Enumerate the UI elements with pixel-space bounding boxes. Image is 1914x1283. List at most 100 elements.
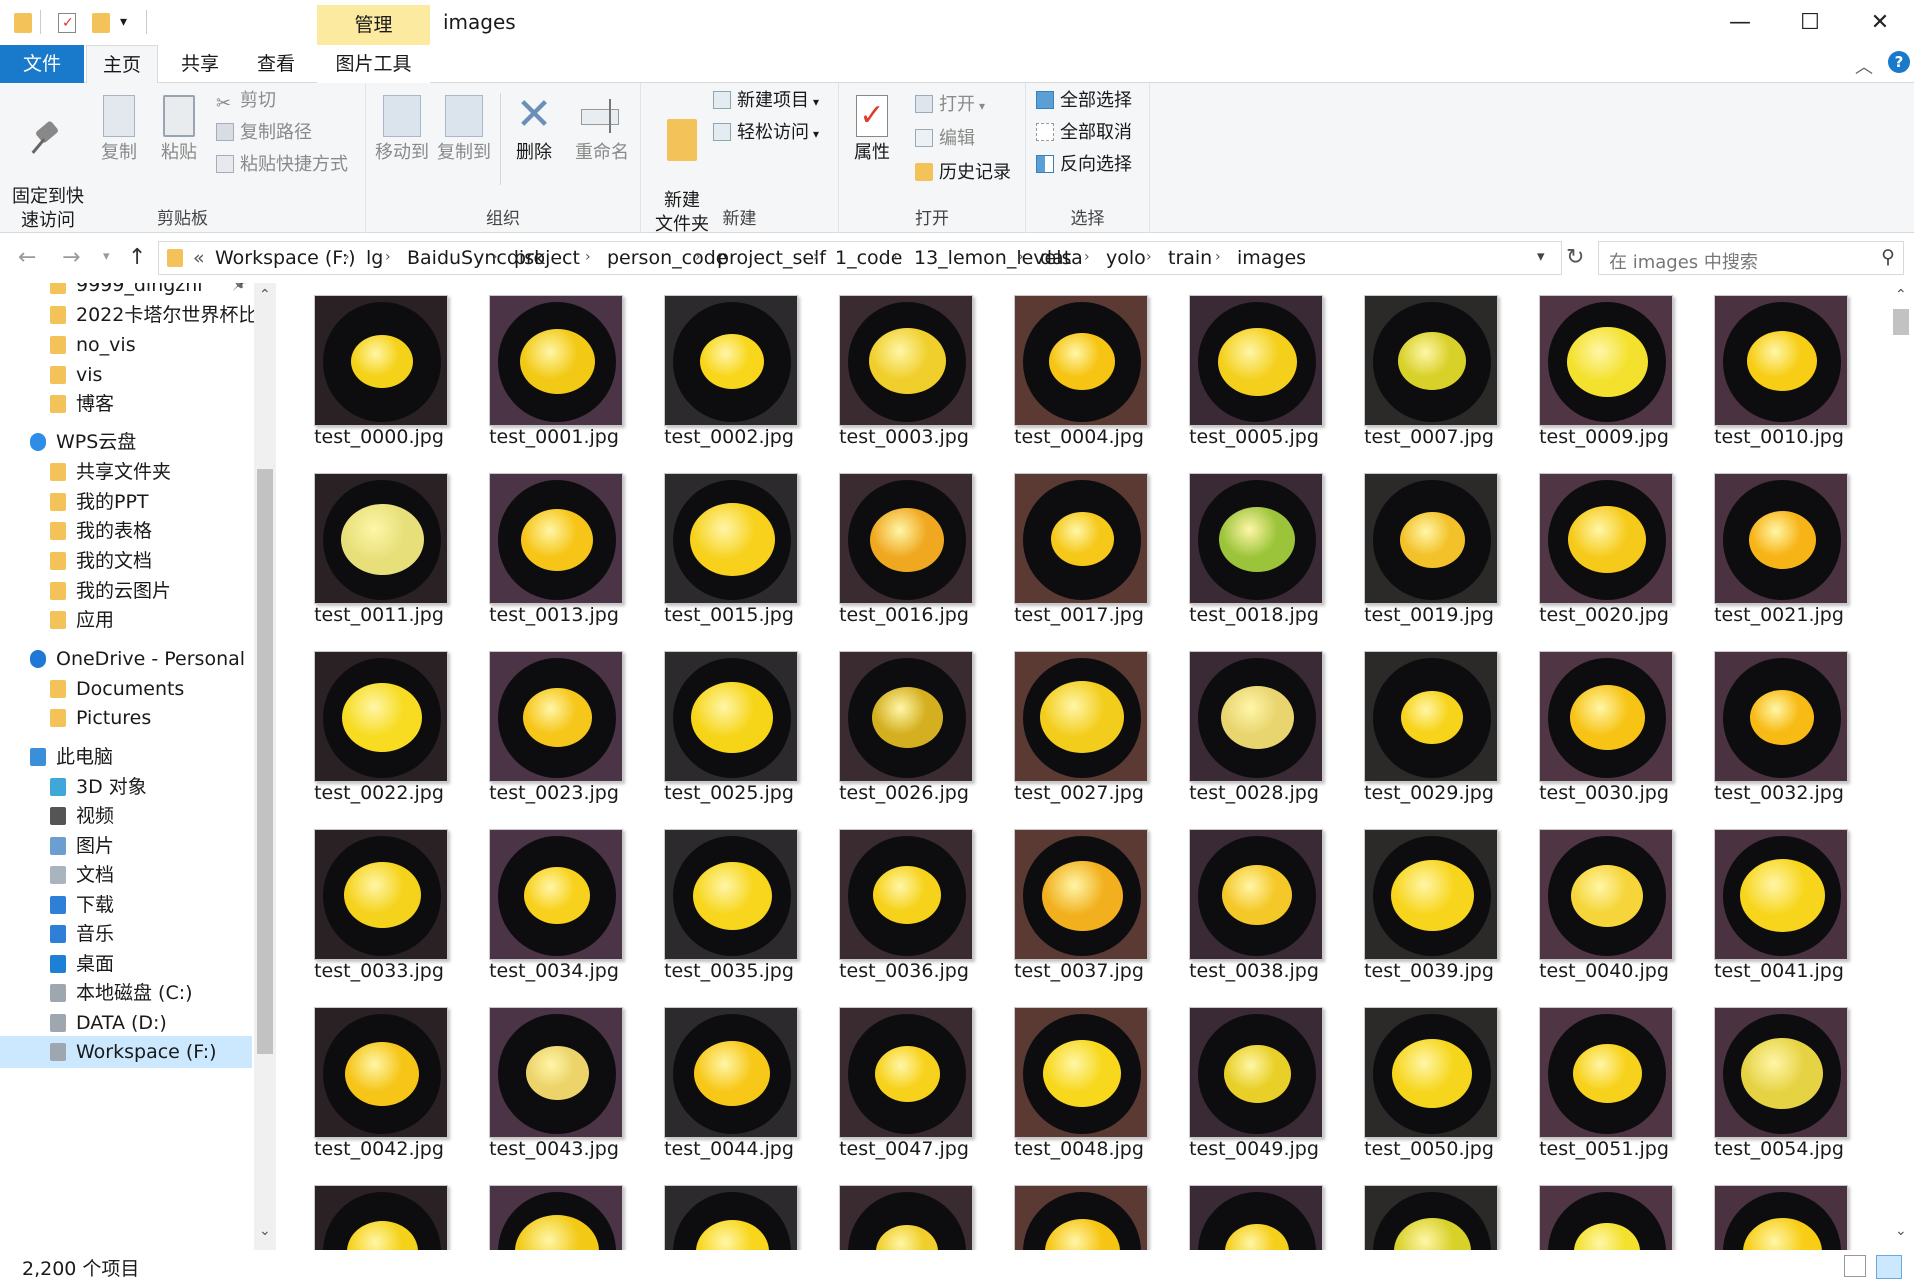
file-tile[interactable]: test_0051.jpg xyxy=(1524,991,1684,1161)
breadcrumb-item[interactable]: images xyxy=(1237,247,1306,269)
file-tile[interactable]: test_0050.jpg xyxy=(1349,991,1509,1161)
sidebar-item[interactable]: 3D 对象 xyxy=(0,771,252,803)
file-tile[interactable]: test_0043.jpg xyxy=(474,991,634,1161)
cut-button[interactable]: ✂ 剪切 xyxy=(216,87,276,115)
file-tile[interactable] xyxy=(824,1169,984,1250)
sidebar-item[interactable]: 应用 xyxy=(0,604,252,636)
file-tile[interactable]: test_0040.jpg xyxy=(1524,813,1684,983)
sidebar-item[interactable]: Pictures xyxy=(0,702,252,734)
customize-quick-access-icon[interactable]: ▾ xyxy=(120,14,127,30)
file-tile[interactable]: test_0004.jpg xyxy=(999,283,1159,449)
sidebar-item[interactable]: 共享文件夹 xyxy=(0,456,252,488)
search-icon[interactable]: ⚲ xyxy=(1881,246,1895,268)
breadcrumb-item[interactable]: project xyxy=(514,247,580,269)
sidebar-item[interactable]: 博客 xyxy=(0,388,252,420)
file-tile[interactable]: test_0021.jpg xyxy=(1699,457,1859,627)
select-none-button[interactable]: 全部取消 xyxy=(1036,119,1132,147)
sidebar-item[interactable]: 我的PPT xyxy=(0,486,252,518)
new-folder-quick-icon[interactable] xyxy=(92,13,110,33)
scroll-down-icon[interactable]: ⌄ xyxy=(259,1223,271,1239)
file-tile[interactable]: test_0001.jpg xyxy=(474,283,634,449)
file-tile[interactable]: test_0017.jpg xyxy=(999,457,1159,627)
tab-picture-tools[interactable]: 图片工具 xyxy=(317,45,430,83)
breadcrumb-separator-icon[interactable]: › xyxy=(492,249,498,265)
sidebar-item[interactable]: 视频 xyxy=(0,800,252,832)
sidebar-item[interactable]: 我的云图片 xyxy=(0,575,252,607)
sidebar-item[interactable]: no_vis xyxy=(0,329,252,361)
file-tile[interactable]: test_0044.jpg xyxy=(649,991,809,1161)
breadcrumb-separator-icon[interactable]: › xyxy=(695,249,701,265)
copy-button[interactable]: 复制 xyxy=(96,95,142,165)
file-tile[interactable]: test_0039.jpg xyxy=(1349,813,1509,983)
file-tile[interactable]: test_0038.jpg xyxy=(1174,813,1334,983)
breadcrumb-item[interactable]: lg xyxy=(366,247,383,269)
sidebar-item[interactable]: 图片 xyxy=(0,830,252,862)
breadcrumb-item[interactable]: person_code xyxy=(607,247,727,269)
breadcrumb-separator-icon[interactable]: › xyxy=(385,249,391,265)
file-tile[interactable]: test_0028.jpg xyxy=(1174,635,1334,805)
back-arrow-icon[interactable]: ← xyxy=(18,245,36,270)
file-tile[interactable]: test_0019.jpg xyxy=(1349,457,1509,627)
breadcrumb-separator-icon[interactable]: › xyxy=(892,249,898,265)
file-tile[interactable]: test_0035.jpg xyxy=(649,813,809,983)
file-tile[interactable]: test_0049.jpg xyxy=(1174,991,1334,1161)
tab-view[interactable]: 查看 xyxy=(240,45,312,83)
file-tile[interactable]: test_0015.jpg xyxy=(649,457,809,627)
file-tile[interactable]: test_0030.jpg xyxy=(1524,635,1684,805)
new-item-button[interactable]: 新建项目 ▾ xyxy=(713,87,819,115)
breadcrumb-separator-icon[interactable]: › xyxy=(585,249,591,265)
content-scroll-thumb[interactable] xyxy=(1893,309,1909,335)
select-all-button[interactable]: 全部选择 xyxy=(1036,87,1132,115)
breadcrumb-item[interactable]: train xyxy=(1168,247,1212,269)
breadcrumb-item[interactable]: data xyxy=(1040,247,1083,269)
tab-share[interactable]: 共享 xyxy=(164,45,236,83)
history-button[interactable]: 历史记录 xyxy=(915,159,1011,187)
address-dropdown-icon[interactable]: ▾ xyxy=(1537,247,1545,265)
sidebar-item[interactable]: DATA (D:) xyxy=(0,1007,252,1039)
copy-path-button[interactable]: 复制路径 xyxy=(216,119,312,147)
sidebar-item[interactable]: 下载 xyxy=(0,889,252,921)
file-tile[interactable]: test_0033.jpg xyxy=(299,813,459,983)
easy-access-button[interactable]: 轻松访问 ▾ xyxy=(713,119,819,147)
content-scrollbar[interactable]: ⌃ ⌄ xyxy=(1888,283,1914,1250)
file-tile[interactable] xyxy=(1699,1169,1859,1250)
scroll-up-icon[interactable]: ⌃ xyxy=(1895,287,1907,303)
paste-shortcut-button[interactable]: 粘贴快捷方式 xyxy=(216,151,348,179)
file-tile[interactable] xyxy=(1524,1169,1684,1250)
file-tile[interactable]: test_0022.jpg xyxy=(299,635,459,805)
file-tile[interactable]: test_0011.jpg xyxy=(299,457,459,627)
file-tile[interactable]: test_0025.jpg xyxy=(649,635,809,805)
breadcrumb-separator-icon[interactable]: › xyxy=(1146,249,1152,265)
recent-locations-icon[interactable]: ▾ xyxy=(103,249,110,264)
sidebar-item[interactable]: WPS云盘 xyxy=(0,426,252,458)
tab-home[interactable]: 主页 xyxy=(86,45,158,84)
file-tile[interactable]: test_0003.jpg xyxy=(824,283,984,449)
file-tile[interactable] xyxy=(474,1169,634,1250)
forward-arrow-icon[interactable]: → xyxy=(62,245,80,270)
file-tile[interactable]: test_0002.jpg xyxy=(649,283,809,449)
file-tile[interactable]: test_0054.jpg xyxy=(1699,991,1859,1161)
file-tile[interactable]: test_0005.jpg xyxy=(1174,283,1334,449)
file-tile[interactable]: test_0032.jpg xyxy=(1699,635,1859,805)
breadcrumb-separator-icon[interactable]: › xyxy=(1215,249,1221,265)
breadcrumb-separator-icon[interactable]: › xyxy=(344,249,350,265)
collapse-ribbon-icon[interactable]: ︿ xyxy=(1855,53,1873,79)
breadcrumb-separator-icon[interactable]: › xyxy=(813,249,819,265)
file-tile[interactable]: test_0029.jpg xyxy=(1349,635,1509,805)
details-view-icon[interactable] xyxy=(1844,1255,1866,1277)
minimize-button[interactable]: — xyxy=(1705,0,1775,45)
file-tile[interactable] xyxy=(999,1169,1159,1250)
file-tile[interactable]: test_0027.jpg xyxy=(999,635,1159,805)
file-tile[interactable] xyxy=(1174,1169,1334,1250)
overflow-chevron[interactable]: « xyxy=(193,247,205,269)
rename-button[interactable]: 重命名 xyxy=(570,95,634,165)
paste-button[interactable]: 粘贴 xyxy=(156,95,202,165)
properties-quick-icon[interactable]: ✓ xyxy=(58,13,76,33)
breadcrumb-item[interactable]: Workspace (F:) xyxy=(215,247,356,269)
file-tile[interactable]: test_0016.jpg xyxy=(824,457,984,627)
sidebar-item[interactable]: 2022卡塔尔世界杯比赛 xyxy=(0,299,255,331)
context-tab-manage[interactable]: 管理 xyxy=(317,5,430,45)
breadcrumb-separator-icon[interactable]: › xyxy=(1084,249,1090,265)
sidebar-scroll-thumb[interactable] xyxy=(257,469,273,1054)
file-tile[interactable]: test_0010.jpg xyxy=(1699,283,1859,449)
